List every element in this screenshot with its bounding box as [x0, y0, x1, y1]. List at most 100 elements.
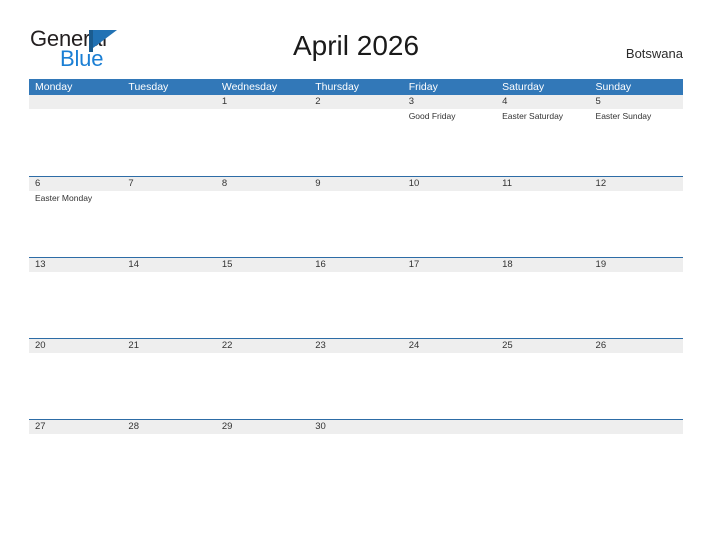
calendar-day-cell-empty — [589, 420, 683, 500]
day-number-band — [215, 95, 310, 109]
calendar-day-cell[interactable]: 6 Easter Monday — [29, 177, 123, 257]
calendar-week-inner: 13 14 15 16 17 18 19 — [29, 258, 683, 338]
day-number-band — [309, 95, 403, 109]
calendar-day-cell[interactable]: 30 — [309, 420, 403, 500]
day-events: Good Friday — [409, 110, 494, 122]
calendar-day-cell[interactable]: 17 — [402, 258, 497, 338]
day-number: 30 — [315, 421, 326, 432]
day-number-band — [589, 420, 683, 434]
day-number: 25 — [502, 340, 513, 351]
calendar-day-cell[interactable]: 1 — [215, 95, 310, 176]
calendar-day-cell[interactable]: 13 — [29, 258, 123, 338]
day-number: 11 — [502, 178, 512, 189]
calendar-day-cell[interactable]: 3 Good Friday — [402, 95, 497, 176]
calendar-day-cell[interactable]: 20 — [29, 339, 123, 419]
day-number-band — [496, 420, 590, 434]
day-events: Easter Monday — [35, 192, 120, 204]
calendar-day-cell-empty — [29, 95, 123, 176]
holiday-event-label: Easter Saturday — [502, 111, 564, 121]
day-number: 2 — [315, 96, 321, 107]
calendar-day-cell-empty — [496, 420, 590, 500]
calendar-day-cell[interactable]: 16 — [309, 258, 403, 338]
calendar-day-cell[interactable]: 8 — [215, 177, 310, 257]
day-number: 14 — [128, 259, 139, 270]
day-number: 18 — [502, 259, 513, 270]
calendar-page: General Blue April 2026 Botswana Monday T… — [0, 0, 712, 550]
weekday-header-friday: Friday — [408, 81, 438, 93]
calendar-grid: Monday Tuesday Wednesday Thursday Friday Satu… — [29, 79, 683, 500]
day-number: 15 — [221, 259, 233, 270]
day-number: 5 — [595, 96, 601, 107]
calendar-day-cell[interactable]: 23 — [309, 339, 403, 419]
calendar-week-row: 13 14 15 16 17 18 19 — [29, 257, 683, 338]
weekday-header-tuesday: Tuesday — [128, 81, 169, 93]
day-number: 27 — [35, 421, 46, 432]
calendar-day-cell[interactable]: 19 — [589, 258, 683, 338]
page-title: April 2026 — [292, 30, 420, 61]
day-number: 19 — [595, 259, 607, 270]
calendar-day-cell[interactable]: 11 — [496, 177, 590, 257]
calendar-day-cell[interactable]: 21 — [122, 339, 216, 419]
calendar-day-cell[interactable]: 18 — [496, 258, 590, 338]
day-number: 23 — [315, 340, 326, 351]
calendar-week-row: 1 2 3 Good Friday 4 Easter Saturday 5 Easter Su… — [29, 95, 683, 176]
calendar-day-cell[interactable]: 2 — [309, 95, 403, 176]
calendar-day-cell[interactable]: 27 — [29, 420, 123, 500]
day-number: 7 — [128, 178, 134, 189]
calendar-day-cell[interactable]: 15 — [215, 258, 310, 338]
day-number: 17 — [408, 259, 420, 270]
calendar-day-cell[interactable]: 5 Easter Sunday — [589, 95, 683, 176]
day-number-band — [215, 177, 310, 191]
day-number: 10 — [408, 178, 420, 189]
day-number-band — [496, 95, 590, 109]
calendar-week-inner: 6 Easter Monday 7 8 9 10 11 12 — [29, 177, 683, 257]
calendar-day-cell[interactable]: 29 — [215, 420, 310, 500]
calendar-week-inner: 27 28 29 30 — [29, 420, 683, 500]
calendar-week-row: 27 28 29 30 — [29, 419, 683, 500]
calendar-day-cell[interactable]: 26 — [589, 339, 683, 419]
day-events: Easter Saturday — [502, 110, 587, 122]
calendar-day-cell[interactable]: 9 — [309, 177, 403, 257]
calendar-day-cell-empty — [402, 420, 497, 500]
day-number: 9 — [315, 178, 321, 189]
weekday-header-saturday: Saturday — [502, 81, 545, 93]
weekday-header-wednesday: Wednesday — [221, 81, 278, 93]
day-number: 28 — [128, 421, 139, 432]
holiday-event-label: Good Friday — [408, 111, 456, 121]
day-number: 22 — [221, 340, 233, 351]
day-number-band — [402, 95, 497, 109]
day-number-band — [29, 177, 123, 191]
day-number-band — [309, 177, 403, 191]
calendar-week-row: 20 21 22 23 24 25 26 — [29, 338, 683, 419]
day-number: 16 — [315, 259, 326, 270]
calendar-day-cell[interactable]: 24 — [402, 339, 497, 419]
calendar-weeks: 1 2 3 Good Friday 4 Easter Saturday 5 Easter Su… — [29, 95, 683, 500]
weekday-header-monday: Monday — [35, 81, 73, 93]
calendar-day-cell[interactable]: 25 — [496, 339, 590, 419]
calendar-day-cell[interactable]: 7 — [122, 177, 216, 257]
calendar-day-cell[interactable]: 10 — [402, 177, 497, 257]
day-number: 24 — [408, 340, 420, 351]
day-number: 3 — [408, 96, 414, 107]
holiday-event-label: Easter Monday — [35, 193, 93, 203]
day-number: 8 — [221, 178, 228, 189]
weekday-header-sunday: Sunday — [595, 81, 632, 93]
calendar-day-cell[interactable]: 14 — [122, 258, 216, 338]
day-number-band — [29, 95, 123, 109]
day-number: 1 — [221, 96, 228, 107]
day-number: 20 — [35, 340, 46, 351]
day-number: 29 — [221, 421, 233, 432]
day-number-band — [122, 177, 216, 191]
calendar-day-cell[interactable]: 4 Easter Saturday — [496, 95, 590, 176]
weekday-header-row: Monday Tuesday Wednesday Thursday Friday Satu… — [29, 79, 683, 95]
calendar-day-cell-empty — [122, 95, 216, 176]
calendar-week-inner: 20 21 22 23 24 25 26 — [29, 339, 683, 419]
calendar-week-row: 6 Easter Monday 7 8 9 10 11 12 — [29, 176, 683, 257]
day-number-band — [402, 420, 497, 434]
calendar-day-cell[interactable]: 22 — [215, 339, 310, 419]
calendar-week-inner: 1 2 3 Good Friday 4 Easter Saturday 5 Easter Su… — [29, 95, 683, 176]
calendar-day-cell[interactable]: 12 — [589, 177, 683, 257]
day-events: Easter Sunday — [596, 110, 681, 122]
calendar-day-cell[interactable]: 28 — [122, 420, 216, 500]
region-label: Botswana — [625, 46, 683, 61]
